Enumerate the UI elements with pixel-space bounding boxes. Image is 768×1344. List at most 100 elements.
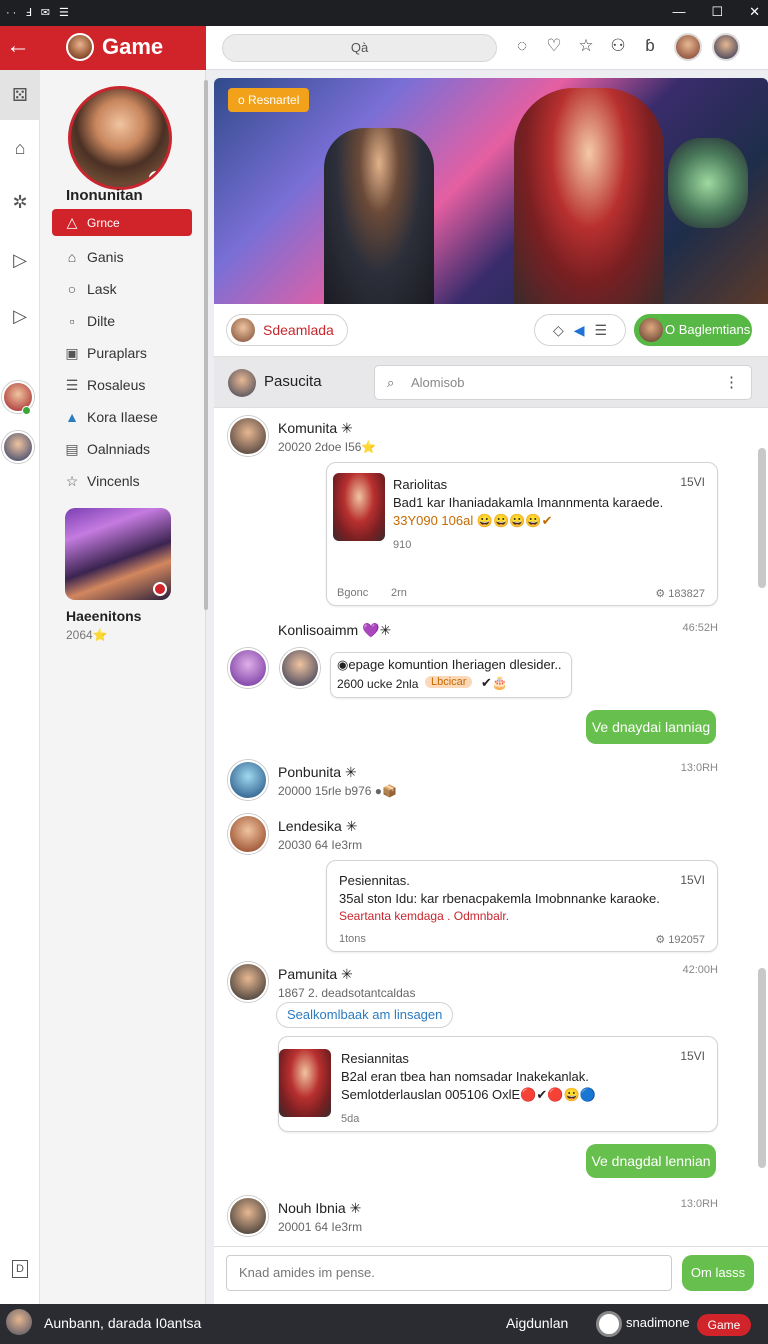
bottom-bar: Aunbann, darada I0antsa Aigdunlan snadim… <box>0 1304 768 1344</box>
online-badge <box>149 171 163 185</box>
sidebar-item-ganis[interactable]: ⌂ Ganis <box>52 241 192 273</box>
sidebar-item-lask[interactable]: ○ Lask <box>52 273 192 305</box>
play-icon-2[interactable]: ▷ <box>0 306 40 327</box>
message-author: Lendesika ✳ <box>278 818 358 834</box>
message-author: Ponbunita ✳ <box>278 764 357 780</box>
profile-name: Inonunitan <box>66 187 143 204</box>
card-text-2: Seartanta kemdaga . Odmnbalr. <box>339 909 510 923</box>
featured-sub: 2064⭐ <box>66 628 108 642</box>
card-time: 15VI <box>680 475 705 489</box>
message-card[interactable]: Rariolitas 15VI Bad1 kar Ihaniadakamla I… <box>326 462 718 606</box>
arrow-left-icon[interactable]: ← <box>6 34 30 58</box>
game-button[interactable]: Game <box>697 1314 751 1336</box>
more-icon[interactable]: ⋮ <box>724 366 739 399</box>
heart-icon[interactable]: ♡ <box>544 36 564 56</box>
message-time: 13:0RH <box>680 762 718 774</box>
chat-feed: Komunita ✳ 20020 2doe I56⭐ Rariolitas 15… <box>214 408 768 1246</box>
online-badge <box>22 406 31 415</box>
chat-header: Pasucita ⌕ Alomisob ⋮ <box>214 356 768 408</box>
play-icon[interactable]: ▷ <box>0 250 40 271</box>
puzzle-icon[interactable]: ✲ <box>0 192 40 213</box>
bag-icon[interactable]: ɓ <box>640 36 660 56</box>
featured-avatar[interactable] <box>65 508 171 600</box>
maximize-icon[interactable]: ☐ <box>711 4 723 20</box>
main-panel: o Resnartel Sdeamlada ◇ ◀ ☰ O Baglemtian… <box>214 78 768 1304</box>
card-thumbnail <box>333 473 385 541</box>
top-search-input[interactable]: Qà <box>222 34 497 62</box>
message-chip: Lbcicar <box>425 676 473 688</box>
sidebar-item-dilte[interactable]: ▫ Dilte <box>52 305 192 337</box>
message-author: Nouh Ibnia ✳ <box>278 1200 362 1216</box>
chat-scrollbar[interactable] <box>758 448 766 588</box>
sidebar-item-vincenls[interactable]: ☆ Vincenls <box>52 465 192 497</box>
profile-avatar[interactable] <box>68 86 172 190</box>
card-time: 15VI <box>680 873 705 887</box>
message-meta: 20030 64 Ie3rm <box>278 838 363 852</box>
send-button[interactable]: Om lasss <box>682 1255 754 1291</box>
toggle-switch[interactable] <box>596 1311 622 1337</box>
star-icon: ☆ <box>65 472 79 489</box>
avatar <box>639 318 663 342</box>
star-icon[interactable]: ☆ <box>576 36 596 56</box>
card-title: Pesiennitas. <box>339 873 410 888</box>
outgoing-message[interactable]: Ve dnaydai lanniag <box>586 710 716 744</box>
tag-icon[interactable]: ◇ <box>553 315 564 345</box>
tool-pill: ◇ ◀ ☰ <box>534 314 626 346</box>
featured-name: Haeenitons <box>66 608 142 624</box>
sidebar-item-rosaleus[interactable]: ☰ Rosaleus <box>52 369 192 401</box>
join-pill[interactable]: O Baglemtians <box>634 314 752 346</box>
avatar[interactable] <box>280 648 320 688</box>
avatar[interactable] <box>228 814 268 854</box>
avatar[interactable] <box>228 416 268 456</box>
message-card[interactable]: Pesiennitas. 15VI 35al ston Idu: kar rbe… <box>326 860 718 952</box>
outgoing-message[interactable]: Ve dnagdal lennian <box>586 1144 716 1178</box>
chat-icon: ○ <box>67 281 77 297</box>
message-bubble[interactable]: ◉epage komuntion Iheriagen dlesider.. 26… <box>330 652 572 698</box>
message-input[interactable]: Knad amides im pense. <box>226 1255 672 1291</box>
sidebar-item-oalnniads[interactable]: ▤ Oalnniads <box>52 433 192 465</box>
avatar <box>228 369 256 397</box>
message-text-2: 2600 ucke 2nla <box>337 677 419 691</box>
sidebar-item-kora-ilaese[interactable]: ▲ Kora Ilaese <box>52 401 192 433</box>
avatar[interactable] <box>228 760 268 800</box>
close-icon[interactable]: ✕ <box>749 4 760 20</box>
minimize-icon[interactable]: — <box>672 4 685 20</box>
message-card[interactable]: Resiannitas 15VI B2al eran tbea han noms… <box>278 1036 718 1132</box>
sidebar-item-label: Ganis <box>87 249 124 265</box>
card-text: Bad1 kar Ihaniadakamla Imannmenta karaed… <box>393 495 664 510</box>
sidebar-item-puraplars[interactable]: ▣ Puraplars <box>52 337 192 369</box>
message-meta: 20000 15rle b976 ●📦 <box>278 784 397 798</box>
bell-icon: ▲ <box>65 409 79 425</box>
stream-pill[interactable]: Sdeamlada <box>226 314 348 346</box>
sidebar-item-label: Kora Ilaese <box>87 409 158 425</box>
avatar[interactable] <box>6 1309 32 1335</box>
banner-lantern <box>668 138 748 228</box>
settings-icon[interactable]: D <box>12 1260 28 1278</box>
chat-search-input[interactable]: ⌕ Alomisob ⋮ <box>374 365 752 400</box>
stream-pill-label: Sdeamlada <box>263 322 334 338</box>
sidebar-item-label: Oalnniads <box>87 441 151 457</box>
user-avatar[interactable] <box>674 33 702 61</box>
card-text-2: Semlotderlauslan 005106 OxlE🔴✔🔴😀🔵 <box>341 1087 596 1102</box>
card-title: Rariolitas <box>393 477 448 492</box>
message-meta: 1867 2. deadsotantcaldas <box>278 986 416 1000</box>
avatar[interactable] <box>228 1196 268 1236</box>
sidebar-scrollbar[interactable] <box>204 80 208 610</box>
chat-title: Pasucita <box>264 373 322 390</box>
play-circle-icon[interactable]: ◀ <box>574 315 585 345</box>
chat-bubble-icon[interactable]: ◌ <box>512 36 532 56</box>
menu-icon[interactable]: ☰ <box>595 315 608 345</box>
user-avatar-2[interactable] <box>712 33 740 61</box>
chat-scrollbar-thumb[interactable] <box>758 968 766 1168</box>
message-author: Pamunita ✳ <box>278 966 353 982</box>
banner-tag[interactable]: o Resnartel <box>228 88 310 112</box>
friend-avatar-2[interactable] <box>2 431 34 463</box>
avatar[interactable] <box>228 962 268 1002</box>
avatar[interactable] <box>228 648 268 688</box>
dice-icon[interactable]: ⚄ <box>0 70 40 120</box>
home-icon[interactable]: ⌂ <box>0 138 40 159</box>
message-chip[interactable]: Sealkomlbaak am linsagen <box>276 1002 454 1028</box>
sidebar-item-grnce[interactable]: △ Grnce <box>52 209 192 236</box>
action-bar: Sdeamlada ◇ ◀ ☰ O Baglemtians <box>214 304 768 356</box>
controller-icon[interactable]: ⚇ <box>608 36 628 56</box>
